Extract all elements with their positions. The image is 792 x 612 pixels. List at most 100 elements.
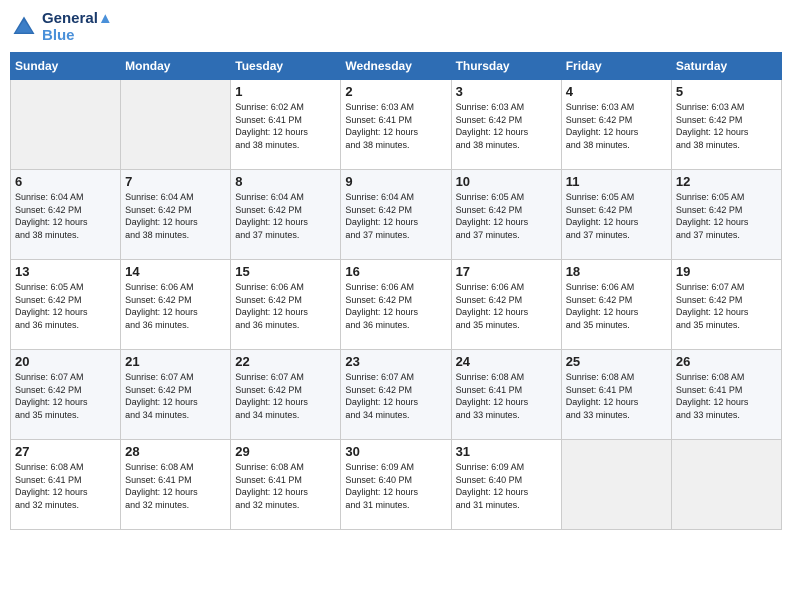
day-info: Sunrise: 6:09 AM Sunset: 6:40 PM Dayligh… [345, 461, 446, 511]
calendar-cell: 4 Sunrise: 6:03 AM Sunset: 6:42 PM Daylig… [561, 80, 671, 170]
calendar-cell: 12 Sunrise: 6:05 AM Sunset: 6:42 PM Dayli… [671, 170, 781, 260]
day-info: Sunrise: 6:08 AM Sunset: 6:41 PM Dayligh… [15, 461, 116, 511]
day-info: Sunrise: 6:04 AM Sunset: 6:42 PM Dayligh… [125, 191, 226, 241]
day-number: 19 [676, 264, 777, 279]
day-info: Sunrise: 6:03 AM Sunset: 6:42 PM Dayligh… [456, 101, 557, 151]
day-number: 18 [566, 264, 667, 279]
day-info: Sunrise: 6:07 AM Sunset: 6:42 PM Dayligh… [15, 371, 116, 421]
day-number: 28 [125, 444, 226, 459]
day-number: 4 [566, 84, 667, 99]
calendar-cell: 27 Sunrise: 6:08 AM Sunset: 6:41 PM Dayli… [11, 440, 121, 530]
day-number: 15 [235, 264, 336, 279]
day-info: Sunrise: 6:03 AM Sunset: 6:42 PM Dayligh… [676, 101, 777, 151]
day-number: 5 [676, 84, 777, 99]
calendar-cell: 8 Sunrise: 6:04 AM Sunset: 6:42 PM Daylig… [231, 170, 341, 260]
calendar-cell: 7 Sunrise: 6:04 AM Sunset: 6:42 PM Daylig… [121, 170, 231, 260]
day-number: 20 [15, 354, 116, 369]
calendar-cell [11, 80, 121, 170]
calendar-cell: 23 Sunrise: 6:07 AM Sunset: 6:42 PM Dayli… [341, 350, 451, 440]
day-info: Sunrise: 6:06 AM Sunset: 6:42 PM Dayligh… [566, 281, 667, 331]
day-info: Sunrise: 6:05 AM Sunset: 6:42 PM Dayligh… [456, 191, 557, 241]
day-number: 21 [125, 354, 226, 369]
calendar-cell: 24 Sunrise: 6:08 AM Sunset: 6:41 PM Dayli… [451, 350, 561, 440]
day-info: Sunrise: 6:08 AM Sunset: 6:41 PM Dayligh… [566, 371, 667, 421]
col-header-monday: Monday [121, 53, 231, 80]
day-number: 25 [566, 354, 667, 369]
calendar-cell [561, 440, 671, 530]
logo-icon [10, 13, 38, 41]
calendar-cell: 16 Sunrise: 6:06 AM Sunset: 6:42 PM Dayli… [341, 260, 451, 350]
day-info: Sunrise: 6:08 AM Sunset: 6:41 PM Dayligh… [676, 371, 777, 421]
calendar-cell: 2 Sunrise: 6:03 AM Sunset: 6:41 PM Daylig… [341, 80, 451, 170]
calendar-cell: 26 Sunrise: 6:08 AM Sunset: 6:41 PM Dayli… [671, 350, 781, 440]
week-row-2: 13 Sunrise: 6:05 AM Sunset: 6:42 PM Dayli… [11, 260, 782, 350]
day-number: 2 [345, 84, 446, 99]
logo: General▲ Blue [10, 10, 113, 44]
day-number: 11 [566, 174, 667, 189]
day-info: Sunrise: 6:04 AM Sunset: 6:42 PM Dayligh… [15, 191, 116, 241]
calendar-cell: 13 Sunrise: 6:05 AM Sunset: 6:42 PM Dayli… [11, 260, 121, 350]
calendar-cell: 11 Sunrise: 6:05 AM Sunset: 6:42 PM Dayli… [561, 170, 671, 260]
day-number: 26 [676, 354, 777, 369]
calendar-cell: 21 Sunrise: 6:07 AM Sunset: 6:42 PM Dayli… [121, 350, 231, 440]
col-header-friday: Friday [561, 53, 671, 80]
day-info: Sunrise: 6:02 AM Sunset: 6:41 PM Dayligh… [235, 101, 336, 151]
logo-text: General▲ Blue [42, 10, 113, 44]
col-header-thursday: Thursday [451, 53, 561, 80]
day-number: 6 [15, 174, 116, 189]
day-info: Sunrise: 6:05 AM Sunset: 6:42 PM Dayligh… [676, 191, 777, 241]
calendar-cell: 29 Sunrise: 6:08 AM Sunset: 6:41 PM Dayli… [231, 440, 341, 530]
calendar-cell: 30 Sunrise: 6:09 AM Sunset: 6:40 PM Dayli… [341, 440, 451, 530]
day-number: 10 [456, 174, 557, 189]
header: General▲ Blue [10, 10, 782, 44]
calendar-cell [121, 80, 231, 170]
week-row-0: 1Sunrise: 6:02 AM Sunset: 6:41 PM Daylig… [11, 80, 782, 170]
day-info: Sunrise: 6:08 AM Sunset: 6:41 PM Dayligh… [125, 461, 226, 511]
day-number: 9 [345, 174, 446, 189]
day-number: 27 [15, 444, 116, 459]
calendar-cell: 20 Sunrise: 6:07 AM Sunset: 6:42 PM Dayli… [11, 350, 121, 440]
day-number: 13 [15, 264, 116, 279]
day-info: Sunrise: 6:06 AM Sunset: 6:42 PM Dayligh… [235, 281, 336, 331]
calendar-cell: 19 Sunrise: 6:07 AM Sunset: 6:42 PM Dayli… [671, 260, 781, 350]
day-info: Sunrise: 6:07 AM Sunset: 6:42 PM Dayligh… [235, 371, 336, 421]
day-info: Sunrise: 6:07 AM Sunset: 6:42 PM Dayligh… [125, 371, 226, 421]
day-info: Sunrise: 6:04 AM Sunset: 6:42 PM Dayligh… [345, 191, 446, 241]
day-info: Sunrise: 6:08 AM Sunset: 6:41 PM Dayligh… [235, 461, 336, 511]
day-info: Sunrise: 6:07 AM Sunset: 6:42 PM Dayligh… [345, 371, 446, 421]
calendar-cell: 31Sunrise: 6:09 AM Sunset: 6:40 PM Dayli… [451, 440, 561, 530]
calendar-cell: 3 Sunrise: 6:03 AM Sunset: 6:42 PM Daylig… [451, 80, 561, 170]
day-info: Sunrise: 6:06 AM Sunset: 6:42 PM Dayligh… [345, 281, 446, 331]
day-number: 23 [345, 354, 446, 369]
day-info: Sunrise: 6:07 AM Sunset: 6:42 PM Dayligh… [676, 281, 777, 331]
calendar-cell: 9 Sunrise: 6:04 AM Sunset: 6:42 PM Daylig… [341, 170, 451, 260]
day-number: 22 [235, 354, 336, 369]
day-number: 16 [345, 264, 446, 279]
week-row-4: 27 Sunrise: 6:08 AM Sunset: 6:41 PM Dayli… [11, 440, 782, 530]
calendar-cell: 14Sunrise: 6:06 AM Sunset: 6:42 PM Dayli… [121, 260, 231, 350]
day-number: 30 [345, 444, 446, 459]
day-number: 24 [456, 354, 557, 369]
calendar-cell: 17Sunrise: 6:06 AM Sunset: 6:42 PM Dayli… [451, 260, 561, 350]
day-info: Sunrise: 6:05 AM Sunset: 6:42 PM Dayligh… [566, 191, 667, 241]
day-info: Sunrise: 6:03 AM Sunset: 6:42 PM Dayligh… [566, 101, 667, 151]
day-number: 8 [235, 174, 336, 189]
col-header-sunday: Sunday [11, 53, 121, 80]
col-header-tuesday: Tuesday [231, 53, 341, 80]
day-number: 7 [125, 174, 226, 189]
day-info: Sunrise: 6:08 AM Sunset: 6:41 PM Dayligh… [456, 371, 557, 421]
calendar-cell: 22 Sunrise: 6:07 AM Sunset: 6:42 PM Dayli… [231, 350, 341, 440]
calendar-cell: 5 Sunrise: 6:03 AM Sunset: 6:42 PM Daylig… [671, 80, 781, 170]
day-info: Sunrise: 6:04 AM Sunset: 6:42 PM Dayligh… [235, 191, 336, 241]
calendar-header-row: SundayMondayTuesdayWednesdayThursdayFrid… [11, 53, 782, 80]
calendar-cell: 6 Sunrise: 6:04 AM Sunset: 6:42 PM Daylig… [11, 170, 121, 260]
day-number: 12 [676, 174, 777, 189]
week-row-3: 20 Sunrise: 6:07 AM Sunset: 6:42 PM Dayli… [11, 350, 782, 440]
day-info: Sunrise: 6:05 AM Sunset: 6:42 PM Dayligh… [15, 281, 116, 331]
day-number: 3 [456, 84, 557, 99]
day-number: 31 [456, 444, 557, 459]
day-info: Sunrise: 6:03 AM Sunset: 6:41 PM Dayligh… [345, 101, 446, 151]
day-number: 29 [235, 444, 336, 459]
calendar-cell: 1Sunrise: 6:02 AM Sunset: 6:41 PM Daylig… [231, 80, 341, 170]
page: General▲ Blue SundayMondayTuesdayWednesd… [10, 10, 782, 530]
